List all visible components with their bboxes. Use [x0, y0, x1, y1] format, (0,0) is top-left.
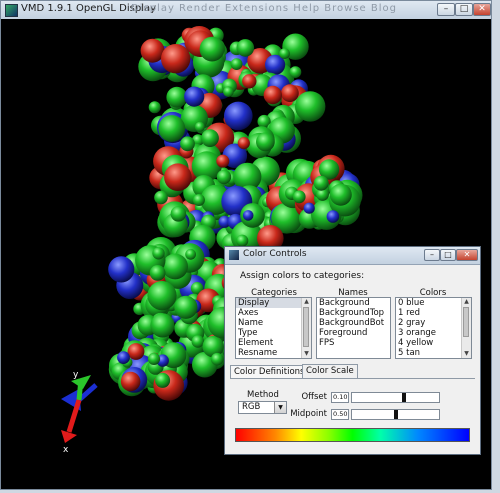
color-scale-preview: [235, 428, 470, 442]
category-list-item[interactable]: Axes: [236, 308, 311, 318]
color-list-item[interactable]: 4 yellow: [396, 338, 471, 348]
dialog-title: Color Controls: [243, 249, 307, 259]
dialog-minimize-button[interactable]: –: [424, 249, 440, 261]
color-list-item[interactable]: 0 blue: [396, 298, 471, 308]
y-axis-label: y: [73, 370, 79, 380]
dialog-app-icon: [229, 250, 239, 260]
category-list-item[interactable]: Type: [236, 328, 311, 338]
color-list-item[interactable]: 1 red: [396, 308, 471, 318]
colors-scrollbar[interactable]: ▲ ▼: [461, 298, 471, 358]
name-list-item[interactable]: FPS: [317, 338, 390, 348]
color-list-item[interactable]: 2 gray: [396, 318, 471, 328]
close-button[interactable]: ✕: [473, 3, 491, 16]
tab-panel-divider: [230, 378, 475, 379]
midpoint-label: Midpoint: [290, 409, 327, 419]
x-axis-label: x: [63, 445, 69, 455]
method-value: RGB: [242, 402, 261, 412]
minimize-button[interactable]: –: [437, 3, 455, 16]
offset-value-field[interactable]: 0.10: [331, 392, 349, 403]
scroll-down-arrow-icon[interactable]: ▼: [302, 350, 311, 358]
offset-slider-thumb[interactable]: [402, 393, 406, 402]
midpoint-slider-thumb[interactable]: [394, 410, 398, 419]
names-listbox[interactable]: Background BackgroundTop BackgroundBot Fore…: [316, 297, 391, 359]
vmd-title-bar[interactable]: VMD 1.9.1 OpenGL Display Display Render …: [1, 1, 491, 20]
background-window-menu-text: Display Render Extensions Help Browse Bl…: [131, 3, 397, 14]
maximize-button[interactable]: □: [455, 3, 473, 16]
offset-label: Offset: [301, 392, 327, 402]
name-list-item[interactable]: BackgroundTop: [317, 308, 390, 318]
color-list-item[interactable]: 5 tan: [396, 348, 471, 358]
dialog-title-bar[interactable]: Color Controls – □ ✕: [225, 247, 480, 265]
colors-listbox[interactable]: 0 blue 1 red 2 gray 3 orange 4 yellow 5 tan ▲…: [395, 297, 472, 359]
name-list-item[interactable]: BackgroundBot: [317, 318, 390, 328]
scroll-thumb[interactable]: [303, 307, 309, 347]
scroll-down-arrow-icon[interactable]: ▼: [462, 350, 471, 358]
scroll-up-arrow-icon[interactable]: ▲: [462, 298, 471, 306]
color-controls-dialog: Color Controls – □ ✕ Assign colors to ca…: [224, 246, 481, 455]
method-select[interactable]: RGB ▼: [238, 401, 287, 414]
vmd-app-icon: [5, 4, 18, 17]
dialog-close-button[interactable]: ✕: [456, 249, 478, 261]
offset-slider[interactable]: [351, 392, 440, 403]
chevron-down-icon[interactable]: ▼: [274, 402, 286, 413]
category-list-item[interactable]: Element: [236, 338, 311, 348]
category-list-item[interactable]: Display: [236, 298, 311, 308]
name-list-item[interactable]: Background: [317, 298, 390, 308]
color-list-item[interactable]: 3 orange: [396, 328, 471, 338]
dialog-maximize-button[interactable]: □: [440, 249, 456, 261]
method-label: Method: [247, 390, 279, 400]
midpoint-value-field[interactable]: 0.50: [331, 409, 349, 420]
category-list-item[interactable]: Resname: [236, 348, 311, 358]
categories-listbox[interactable]: Display Axes Name Type Element Resname ▲ ▼: [235, 297, 312, 359]
scroll-up-arrow-icon[interactable]: ▲: [302, 298, 311, 306]
categories-scrollbar[interactable]: ▲ ▼: [301, 298, 311, 358]
tab-color-definitions[interactable]: Color Definitions: [230, 365, 309, 378]
assign-colors-prompt: Assign colors to categories:: [240, 271, 365, 281]
name-list-item[interactable]: Foreground: [317, 328, 390, 338]
midpoint-slider[interactable]: [351, 409, 440, 420]
tab-color-scale[interactable]: Color Scale: [302, 364, 358, 378]
scroll-thumb[interactable]: [463, 307, 469, 337]
category-list-item[interactable]: Name: [236, 318, 311, 328]
